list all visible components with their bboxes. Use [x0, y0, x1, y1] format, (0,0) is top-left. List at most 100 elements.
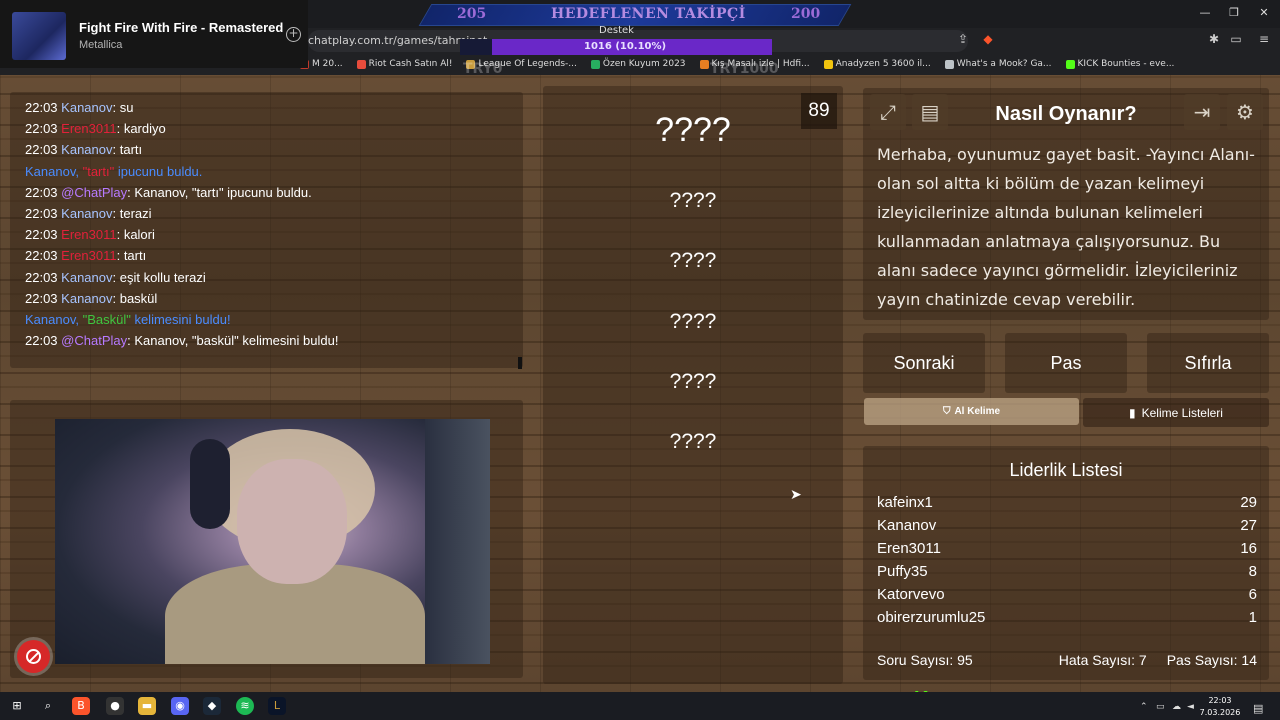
album-art: [12, 12, 66, 60]
clipboard-icon: ▮: [1129, 405, 1136, 420]
bookmark-favicon-icon: [1065, 59, 1075, 69]
search-icon[interactable]: ⌕: [39, 697, 57, 715]
chat-time: 22:03: [25, 142, 58, 158]
reset-button[interactable]: Sıfırla: [1147, 333, 1269, 393]
leaderboard-row: Eren3011 16: [877, 540, 1257, 563]
spotify-icon[interactable]: ≋: [236, 697, 254, 715]
chat-time: 22:03: [25, 269, 58, 285]
mouse-cursor-icon: ➤: [790, 487, 802, 503]
logout-icon[interactable]: ⇥: [1184, 94, 1220, 130]
document-icon[interactable]: ▤: [912, 94, 948, 130]
brave-icon[interactable]: B: [72, 697, 90, 715]
get-word-button[interactable]: ⛉ Al Kelime: [864, 398, 1079, 425]
league-client-icon[interactable]: L: [268, 697, 286, 715]
steam-icon[interactable]: ◆: [203, 697, 221, 715]
fullscreen-icon[interactable]: ⤢: [870, 94, 906, 130]
chat-message: 22:03 @ChatPlay: Kananov, "baskül" kelim…: [25, 330, 515, 351]
support-label: Destek: [599, 25, 634, 36]
error-count: Hata Sayısı: 7: [1058, 652, 1147, 668]
chat-message: 22:03 Kananov: tartı: [25, 139, 515, 160]
system-prefix: Kananov,: [25, 311, 83, 327]
player-score: 27: [1240, 517, 1257, 534]
pass-button[interactable]: Pas: [1005, 333, 1127, 393]
chat-message: 22:03 Kananov: baskül: [25, 288, 515, 309]
chevron-up-icon[interactable]: ⌃: [1140, 702, 1148, 712]
chat-message: 22:03 Eren3011: tartı: [25, 245, 515, 266]
wallet-icon[interactable]: ▭: [1228, 32, 1244, 48]
forbidden-word: ????: [669, 249, 717, 272]
chat-message: 22:03 Kananov: eşit kollu terazi: [25, 267, 515, 288]
bookmark-label: What's a Mook? Ga...: [956, 59, 1052, 69]
chat-username: Kananov: [61, 205, 113, 221]
chat-system-message: Kananov, "Baskül" kelimesini buldu!: [25, 309, 515, 330]
bookmark-item[interactable]: Anadyzen 5 3600 il...: [823, 59, 931, 69]
bookmark-favicon-icon: [823, 59, 833, 69]
chat-text: : kalori: [116, 227, 155, 243]
bookmark-favicon-icon: [944, 59, 954, 69]
bookmark-item[interactable]: Riot Cash Satın Al!: [356, 59, 452, 69]
chat-text: : su: [112, 100, 134, 115]
chat-scrollbar[interactable]: [518, 357, 522, 369]
next-button[interactable]: Sonraki: [863, 333, 985, 393]
chat-username: Eren3011: [61, 227, 117, 243]
goal-target: 200: [791, 6, 821, 22]
how-to-play-description: Merhaba, oyunumuz gayet basit. -Yayıncı …: [877, 145, 1255, 309]
share-icon[interactable]: ⇪: [955, 32, 971, 48]
chat-text: : terazi: [112, 205, 152, 221]
question-count: Soru Sayısı: 95: [877, 652, 973, 668]
try-max-label: TRY1000: [710, 61, 779, 77]
notification-icon[interactable]: ▤: [1253, 702, 1263, 715]
bookmark-item[interactable]: What's a Mook? Ga...: [944, 59, 1052, 69]
bookmark-label: Özen Kuyum 2023: [602, 59, 686, 69]
player-name: Eren3011: [877, 540, 941, 557]
goal-current: 205: [457, 6, 487, 22]
leaderboard-row: Kananov 27: [877, 517, 1257, 540]
chat-text: : baskül: [112, 290, 158, 306]
brave-shield-icon[interactable]: ◆: [980, 32, 996, 48]
player-score: 6: [1248, 586, 1257, 603]
system-prefix: Kananov,: [25, 163, 83, 179]
player-score: 8: [1248, 563, 1257, 580]
bookmark-item[interactable]: Özen Kuyum 2023: [590, 59, 686, 69]
try-min-label: TRY0: [463, 61, 503, 77]
volume-icon[interactable]: ◄: [1187, 702, 1194, 712]
close-icon[interactable]: ✕: [1254, 6, 1274, 20]
word-lists-label: Kelime Listeleri: [1141, 405, 1223, 420]
chat-text: : tartı: [112, 142, 143, 158]
bookmark-item[interactable]: KICK Bounties - eve...: [1065, 59, 1174, 69]
forbidden-word: ????: [669, 189, 717, 212]
extensions-icon[interactable]: ✱: [1206, 32, 1222, 48]
file-explorer-icon[interactable]: ▬: [138, 697, 156, 715]
stop-icon[interactable]: [17, 640, 50, 673]
chat-username: Kananov: [61, 100, 113, 115]
bookmark-label: Anadyzen 5 3600 il...: [835, 59, 931, 69]
system-suffix: kelimesini buldu!: [130, 311, 231, 327]
word-lists-button[interactable]: ▮ Kelime Listeleri: [1083, 398, 1269, 427]
chat-username: Eren3011: [61, 121, 117, 137]
restore-icon[interactable]: ❐: [1224, 6, 1244, 20]
chat-system-message: Kananov, "tartı" ipucunu buldu.: [25, 161, 515, 182]
player-score: 16: [1240, 540, 1257, 557]
cloud-icon[interactable]: ☁: [1172, 702, 1181, 712]
windows-taskbar: [0, 692, 1280, 720]
artist-name: Metallica: [79, 39, 123, 51]
menu-icon[interactable]: ≡: [1256, 32, 1272, 48]
found-word: "tartı": [82, 163, 115, 179]
chat-time: 22:03: [25, 333, 58, 349]
chat-username: Kananov: [61, 142, 113, 158]
leaderboard-title: Liderlik Listesi: [1009, 460, 1123, 480]
windows-start-icon[interactable]: ⊞: [8, 697, 26, 715]
player-name: kafeinx1: [877, 494, 933, 511]
system-clock[interactable]: 22:03 7.03.2026: [1196, 695, 1244, 719]
network-icon[interactable]: ▭: [1156, 702, 1165, 712]
chat-log: 22:03 Kananov: su 22:03 Eren3011: kardiyo…: [25, 97, 515, 351]
player-score: 29: [1240, 494, 1257, 511]
gear-icon[interactable]: ⚙: [1227, 94, 1263, 130]
obs-icon[interactable]: ●: [106, 697, 124, 715]
add-icon[interactable]: +: [286, 27, 301, 42]
discord-icon[interactable]: ◉: [171, 697, 189, 715]
chat-text: : kardiyo: [116, 121, 166, 137]
chat-text: : Kananov, "baskül" kelimesini buldu!: [127, 333, 339, 349]
leaderboard-row: kafeinx1 29: [877, 494, 1257, 517]
minimize-icon[interactable]: —: [1195, 6, 1215, 20]
